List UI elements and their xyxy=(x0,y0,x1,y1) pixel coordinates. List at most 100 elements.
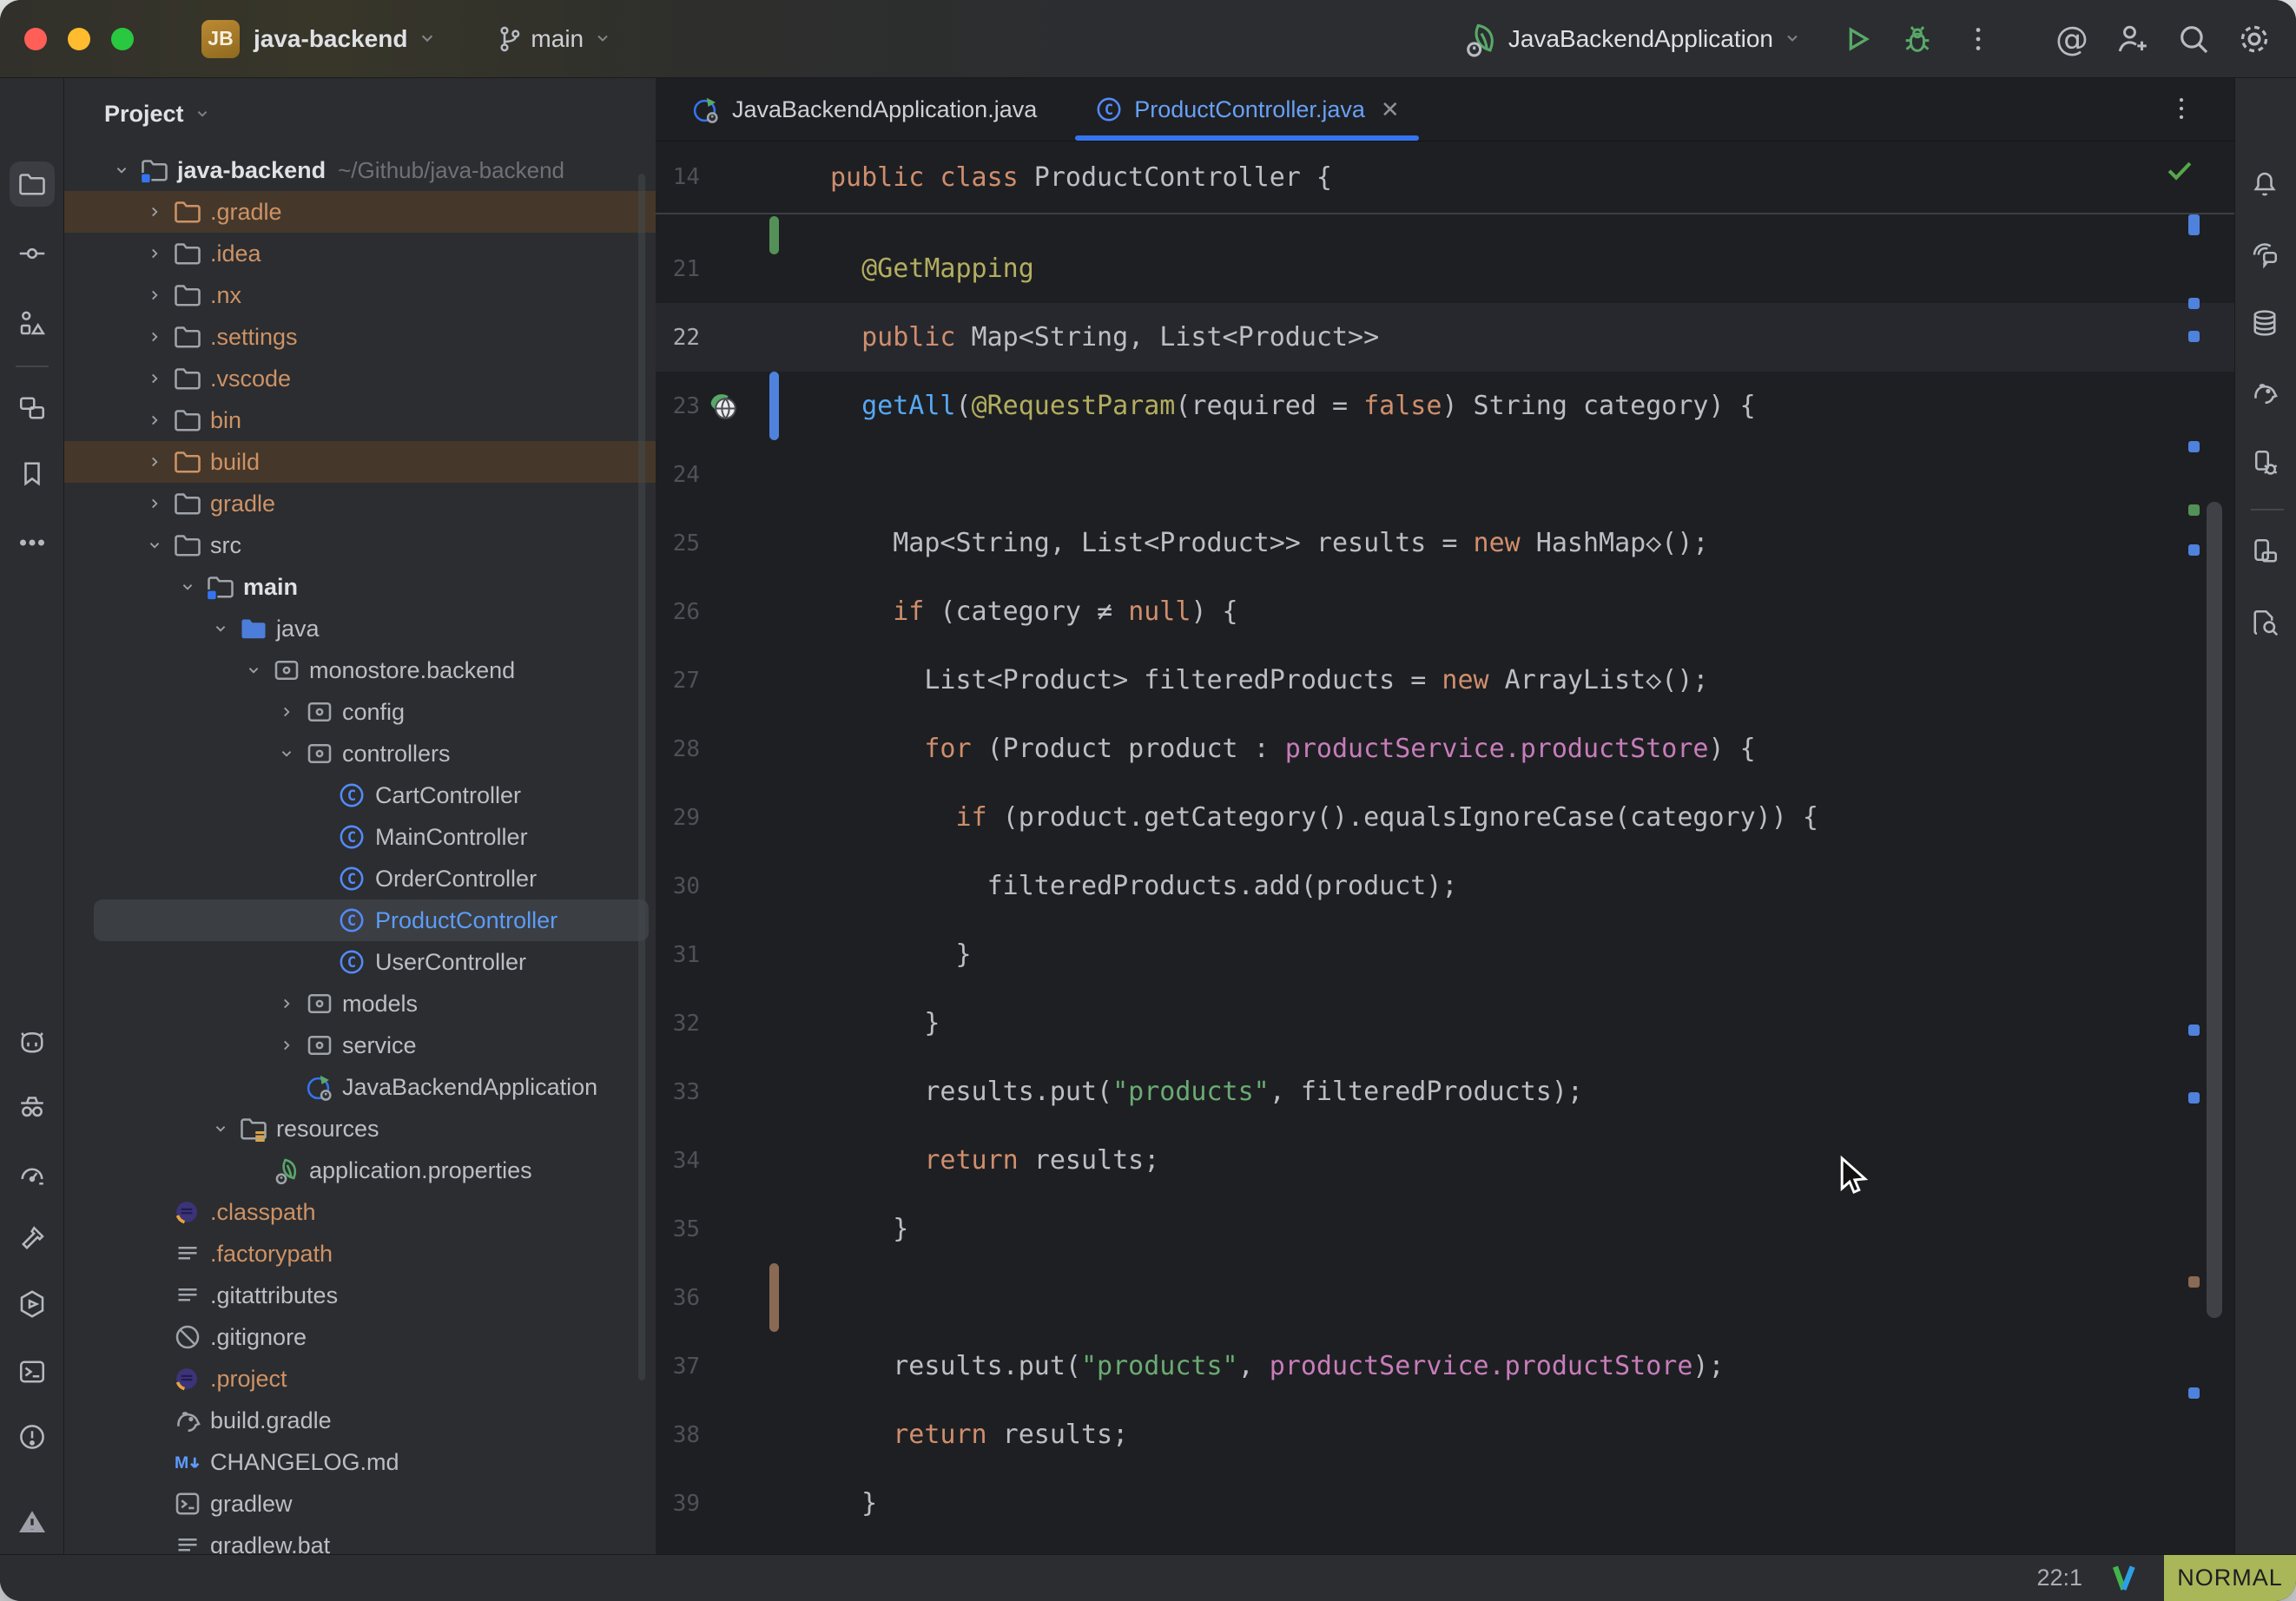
tree-item--gitattributes[interactable]: .gitattributes xyxy=(64,1275,656,1316)
tree-item--factorypath[interactable]: .factorypath xyxy=(64,1233,656,1275)
tree-item-usercontroller[interactable]: CUserController xyxy=(64,941,656,983)
chevron-right-icon[interactable] xyxy=(137,286,172,305)
chevron-right-icon[interactable] xyxy=(137,202,172,221)
chevron-down-icon[interactable] xyxy=(203,619,238,638)
code-line-34[interactable]: 34 return results; xyxy=(656,1126,2234,1195)
code-line-30[interactable]: 30 filteredProducts.add(product); xyxy=(656,852,2234,920)
code-line-22[interactable]: 22 public Map<String, List<Product>> xyxy=(656,303,2234,372)
code-line-37[interactable]: 37 results.put("products", productServic… xyxy=(656,1332,2234,1400)
error-stripe-mark[interactable] xyxy=(2188,544,2200,556)
terminal-icon[interactable] xyxy=(10,1349,55,1394)
chevron-down-icon[interactable] xyxy=(104,161,139,180)
ideavim-icon[interactable] xyxy=(2108,1562,2141,1595)
tree-item-application-properties[interactable]: application.properties xyxy=(64,1150,656,1191)
code-line-36[interactable]: 36 xyxy=(656,1263,2234,1332)
database-icon[interactable] xyxy=(2242,300,2287,346)
project-tree-scrollbar[interactable] xyxy=(638,174,645,1380)
error-stripe-mark[interactable] xyxy=(2188,331,2200,342)
error-stripe-mark[interactable] xyxy=(2188,1092,2200,1104)
code-line-31[interactable]: 31 } xyxy=(656,920,2234,989)
tree-item--vscode[interactable]: .vscode xyxy=(64,358,656,399)
chevron-down-icon[interactable] xyxy=(269,744,304,763)
tree-item--idea[interactable]: .idea xyxy=(64,233,656,274)
chevron-right-icon[interactable] xyxy=(269,1036,304,1055)
ai-assistant-icon[interactable]: @ xyxy=(2053,20,2091,58)
error-stripe-mark[interactable] xyxy=(2188,441,2200,452)
search-everywhere-button[interactable] xyxy=(2174,20,2213,58)
profiler-icon[interactable] xyxy=(10,1084,55,1130)
running-devices-icon[interactable] xyxy=(2242,529,2287,574)
chevron-right-icon[interactable] xyxy=(269,994,304,1013)
git-branch-widget[interactable]: main xyxy=(531,25,584,53)
tree-item-models[interactable]: models xyxy=(64,983,656,1025)
error-stripe-mark[interactable] xyxy=(2188,1276,2200,1288)
project-name-widget[interactable]: java-backend xyxy=(254,25,407,53)
caret-position-widget[interactable]: 22:1 xyxy=(2036,1565,2082,1591)
code-line-38[interactable]: 38 return results; xyxy=(656,1400,2234,1469)
chevron-down-icon[interactable] xyxy=(203,1119,238,1138)
project-panel-header[interactable]: Project xyxy=(64,78,656,149)
error-stripe-mark[interactable] xyxy=(2188,1387,2200,1399)
copilot-icon[interactable] xyxy=(10,1019,55,1064)
editor-body[interactable]: 14public class ProductController { 21 @G… xyxy=(656,142,2234,1554)
code-with-me-button[interactable] xyxy=(2114,20,2152,58)
tree-item--gradle[interactable]: .gradle xyxy=(64,191,656,233)
error-stripe-mark[interactable] xyxy=(2188,214,2200,235)
tree-item-config[interactable]: config xyxy=(64,691,656,733)
tree-item-gradle[interactable]: gradle xyxy=(64,483,656,524)
tree-item-controllers[interactable]: controllers xyxy=(64,733,656,774)
folded-region-gap[interactable] xyxy=(656,214,2234,234)
tree-item-service[interactable]: service xyxy=(64,1025,656,1066)
run-configuration-selector[interactable]: JavaBackendApplication xyxy=(1508,25,1773,53)
vcs-change-marker-green[interactable] xyxy=(769,216,779,254)
error-stripe-mark[interactable] xyxy=(2188,504,2200,516)
debug-button[interactable] xyxy=(1898,20,1936,58)
chevron-right-icon[interactable] xyxy=(137,494,172,513)
structure-icon[interactable] xyxy=(10,300,55,346)
chevron-right-icon[interactable] xyxy=(137,452,172,471)
vcs-change-marker-blue[interactable] xyxy=(769,372,779,440)
editor-tab-javabackendapplication-java[interactable]: JavaBackendApplication.java xyxy=(668,78,1059,141)
tree-item-monostore-backend[interactable]: monostore.backend xyxy=(64,649,656,691)
tree-item--nx[interactable]: .nx xyxy=(64,274,656,316)
tree-item-ordercontroller[interactable]: COrderController xyxy=(64,858,656,899)
bookmarks-icon[interactable] xyxy=(10,451,55,496)
editor-tab-productcontroller-java[interactable]: CProductController.java✕ xyxy=(1072,78,1422,141)
more-tools-icon[interactable] xyxy=(10,520,55,565)
error-stripe-mark[interactable] xyxy=(2188,298,2200,309)
code-line-23[interactable]: 23 getAll(@RequestParam(required = false… xyxy=(656,372,2234,440)
minimize-window-button[interactable] xyxy=(68,28,90,50)
chevron-right-icon[interactable] xyxy=(269,702,304,721)
tree-item-build-gradle[interactable]: build.gradle xyxy=(64,1400,656,1441)
warnings-icon[interactable] xyxy=(10,1499,55,1545)
tree-item-resources[interactable]: resources xyxy=(64,1108,656,1150)
build-icon[interactable] xyxy=(10,1216,55,1262)
tree-item--settings[interactable]: .settings xyxy=(64,316,656,358)
chevron-right-icon[interactable] xyxy=(137,411,172,430)
tree-item-productcontroller[interactable]: CProductController xyxy=(64,899,656,941)
sticky-code-line[interactable]: 14public class ProductController { xyxy=(656,142,2234,214)
tree-item-gradlew-bat[interactable]: gradlew.bat xyxy=(64,1525,656,1554)
tree-item--classpath[interactable]: .classpath xyxy=(64,1191,656,1233)
tree-item-src[interactable]: src xyxy=(64,524,656,566)
coverage-icon[interactable] xyxy=(10,1151,55,1196)
chevron-down-icon[interactable] xyxy=(137,536,172,555)
code-line-27[interactable]: 27 List<Product> filteredProducts = new … xyxy=(656,646,2234,715)
notifications-icon[interactable] xyxy=(2242,161,2287,207)
tree-item--project[interactable]: .project xyxy=(64,1358,656,1400)
settings-gear-icon[interactable] xyxy=(2235,20,2273,58)
editor-scrollbar[interactable] xyxy=(2207,502,2222,1318)
code-line-32[interactable]: 32 } xyxy=(656,989,2234,1057)
code-line-29[interactable]: 29 if (product.getCategory().equalsIgnor… xyxy=(656,783,2234,852)
code-line-39[interactable]: 39 } xyxy=(656,1469,2234,1538)
more-options-button[interactable] xyxy=(1959,20,1997,58)
run-button[interactable] xyxy=(1837,20,1876,58)
tree-item-gradlew[interactable]: gradlew xyxy=(64,1483,656,1525)
code-line-35[interactable]: 35 } xyxy=(656,1195,2234,1263)
tree-item-main[interactable]: main xyxy=(64,566,656,608)
code-line-33[interactable]: 33 results.put("products", filteredProdu… xyxy=(656,1057,2234,1126)
tree-item-bin[interactable]: bin xyxy=(64,399,656,441)
device-manager-icon[interactable] xyxy=(2242,440,2287,485)
tree-item--gitignore[interactable]: .gitignore xyxy=(64,1316,656,1358)
error-stripe-mark[interactable] xyxy=(2188,1025,2200,1036)
